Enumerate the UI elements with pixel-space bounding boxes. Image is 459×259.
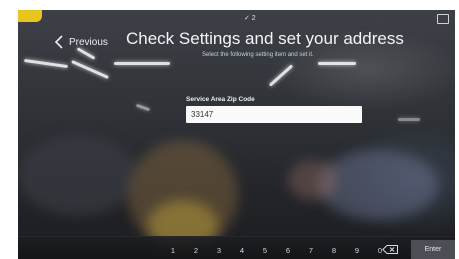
keyboard-key-6[interactable]: 6 bbox=[281, 246, 295, 255]
store-shelf-reflection bbox=[288, 160, 338, 200]
status-indicator: ✓ 2 bbox=[244, 15, 256, 22]
keyboard-key-1[interactable]: 1 bbox=[166, 246, 180, 255]
keyboard-key-9[interactable]: 9 bbox=[350, 246, 364, 255]
tv-screen: ✓ 2 Previous Check Settings and set your… bbox=[18, 10, 455, 259]
zip-code-label: Service Area Zip Code bbox=[186, 96, 255, 103]
keyboard-key-7[interactable]: 7 bbox=[304, 246, 318, 255]
keyboard-key-4[interactable]: 4 bbox=[235, 246, 249, 255]
keyboard-key-3[interactable]: 3 bbox=[212, 246, 226, 255]
ceiling-light-reflection bbox=[318, 62, 356, 65]
enter-key[interactable]: Enter bbox=[411, 240, 455, 259]
ceiling-light-reflection bbox=[398, 118, 420, 121]
chevron-left-icon bbox=[54, 35, 63, 49]
keyboard-key-8[interactable]: 8 bbox=[327, 246, 341, 255]
ceiling-light-reflection bbox=[135, 103, 151, 112]
previous-label: Previous bbox=[69, 36, 108, 48]
page-title: Check Settings and set your address bbox=[126, 29, 404, 48]
store-shelf-reflection bbox=[18, 135, 138, 215]
ceiling-light-reflection bbox=[24, 58, 68, 69]
backspace-icon[interactable] bbox=[382, 245, 398, 254]
zip-code-input[interactable]: 33147 bbox=[186, 106, 362, 123]
ceiling-light-reflection bbox=[268, 64, 294, 87]
page-subtitle: Select the following setting item and se… bbox=[202, 52, 314, 58]
ceiling-light-reflection bbox=[71, 59, 109, 80]
corner-sticker bbox=[18, 10, 42, 22]
keyboard-key-5[interactable]: 5 bbox=[258, 246, 272, 255]
ceiling-light-reflection bbox=[114, 62, 170, 65]
keyboard-key-2[interactable]: 2 bbox=[189, 246, 203, 255]
screen-corner-icon bbox=[437, 14, 449, 24]
ceiling-light-reflection bbox=[76, 47, 96, 60]
previous-button[interactable]: Previous bbox=[54, 35, 108, 49]
on-screen-keyboard: 1234567890 Enter bbox=[18, 236, 455, 259]
